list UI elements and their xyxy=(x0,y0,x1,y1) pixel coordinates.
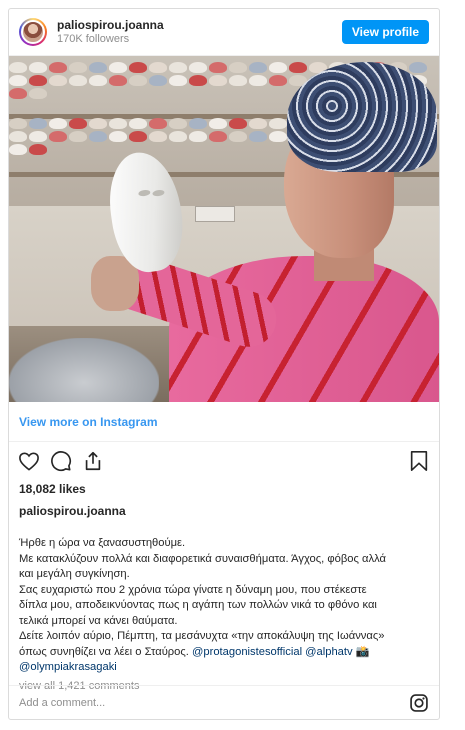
avatar[interactable] xyxy=(19,18,47,46)
caption-line: Ήρθε η ώρα να ξανασυστηθούμε. xyxy=(19,537,186,549)
action-bar xyxy=(9,442,439,480)
username-link[interactable]: paliospirou.joanna xyxy=(57,18,342,32)
mention-link[interactable]: @protagonistesofficial xyxy=(192,646,302,658)
bookmark-icon[interactable] xyxy=(407,449,431,473)
caption-line: όπως συνηθίζει να λέει ο Σταύρος. @prota… xyxy=(19,645,370,658)
post-image[interactable] xyxy=(9,56,439,402)
camera-emoji: 📸 xyxy=(355,645,370,658)
instagram-embed-card: paliospirou.joanna 170K followers View p… xyxy=(8,8,440,720)
follower-count: 170K followers xyxy=(57,32,130,45)
caption-line: δίπλα μου, αποδεικνύοντας πως η αγάπη τω… xyxy=(19,599,377,611)
view-profile-button[interactable]: View profile xyxy=(341,20,429,44)
like-count[interactable]: 18,082 likes xyxy=(9,480,439,498)
caption-line: Σας ευχαριστώ που 2 χρόνια τώρα γίνατε η… xyxy=(19,583,367,596)
caption-line: Με κατακλύζουν πολλά και διαφορετικά συν… xyxy=(19,552,386,565)
view-more-bar: View more on Instagram xyxy=(9,402,439,442)
caption-line: τελικά μπορεί να κάνει θαύματα. xyxy=(19,614,178,627)
caption-line: @olympiakrasagaki xyxy=(19,660,429,676)
mention-link[interactable]: @olympiakrasagaki xyxy=(19,661,117,673)
add-comment-bar xyxy=(9,685,439,719)
share-icon[interactable] xyxy=(81,449,105,473)
post-caption: Ήρθε η ώρα να ξανασυστηθούμε. Με κατακλύ… xyxy=(9,518,439,676)
post-header: paliospirou.joanna 170K followers View p… xyxy=(9,9,439,56)
caption-line: και μεγάλη συγκίνηση. xyxy=(19,568,130,580)
instagram-logo-icon[interactable] xyxy=(409,693,429,713)
heart-icon[interactable] xyxy=(17,449,41,473)
comment-input[interactable] xyxy=(19,696,409,709)
mention-link[interactable]: @alphatv xyxy=(305,646,352,658)
caption-line: Δείτε λοιπόν αύριο, Πέμπτη, τα μεσάνυχτα… xyxy=(19,630,385,642)
comment-icon[interactable] xyxy=(49,449,73,473)
user-info: paliospirou.joanna 170K followers xyxy=(57,18,342,46)
woman-holding-mask xyxy=(91,56,439,402)
caption-username[interactable]: paliospirou.joanna xyxy=(9,498,439,518)
view-more-link[interactable]: View more on Instagram xyxy=(19,415,158,429)
